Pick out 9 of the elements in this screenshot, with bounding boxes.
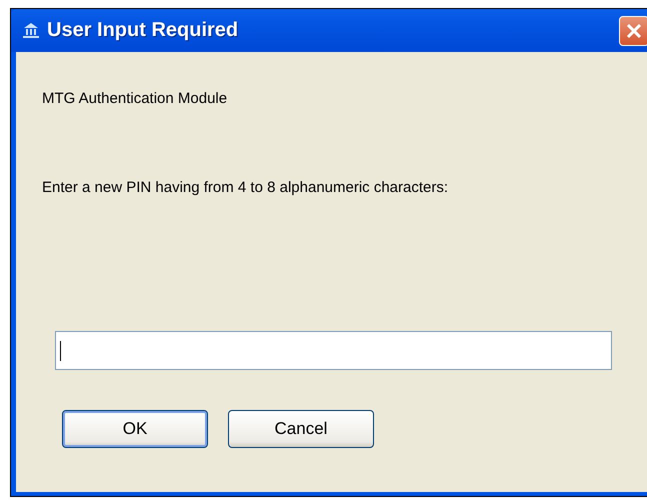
ok-button[interactable]: OK bbox=[62, 410, 208, 448]
module-label: MTG Authentication Module bbox=[42, 90, 228, 107]
app-icon bbox=[21, 22, 41, 40]
pin-field[interactable] bbox=[55, 331, 612, 370]
cancel-button[interactable]: Cancel bbox=[228, 410, 374, 448]
close-icon bbox=[625, 22, 643, 40]
close-button[interactable] bbox=[619, 16, 647, 46]
prompt-text: Enter a new PIN having from 4 to 8 alphanumeric characters: bbox=[42, 179, 450, 197]
window-title: User Input Required bbox=[47, 19, 240, 42]
